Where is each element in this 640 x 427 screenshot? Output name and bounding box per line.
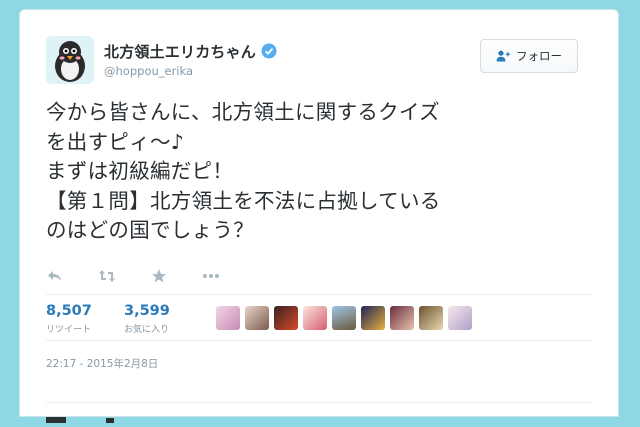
reply-preview-edge	[46, 408, 186, 423]
reply-button[interactable]	[46, 267, 64, 285]
favorite-button[interactable]	[150, 267, 168, 285]
more-button[interactable]	[202, 267, 220, 285]
name-row: 北方領土エリカちゃん	[104, 41, 277, 61]
retweet-stat[interactable]: 8,507 リツイート	[46, 303, 92, 335]
retweet-button[interactable]	[98, 267, 116, 285]
like-label: お気に入り	[124, 325, 170, 335]
replies-divider	[46, 402, 592, 403]
tweet-text: 今から皆さんに、北方領土に関するクイズ を出すピィ〜♪ まずは初級編だピ！ 【第…	[46, 100, 441, 242]
liker-avatar[interactable]	[274, 306, 298, 330]
tweet-timestamp[interactable]: 22:17 - 2015年2月8日	[46, 356, 158, 371]
penguin-avatar-icon	[46, 36, 94, 84]
stats-top-divider	[46, 294, 592, 295]
retweet-count: 8,507	[46, 303, 92, 319]
follow-label: フォロー	[516, 49, 562, 63]
liker-avatars	[216, 306, 477, 330]
follow-button[interactable]: フォロー	[480, 39, 578, 73]
verified-badge-icon	[261, 43, 277, 59]
tweet-card: 北方領土エリカちゃん @hoppou_erika フォロー 今から皆さんに、北方…	[20, 10, 618, 423]
display-name[interactable]: 北方領土エリカちゃん	[104, 41, 256, 62]
reply-preview-stub	[46, 417, 114, 423]
liker-avatar[interactable]	[361, 306, 385, 330]
liker-avatar[interactable]	[448, 306, 472, 330]
user-handle[interactable]: @hoppou_erika	[104, 64, 193, 78]
retweet-label: リツイート	[46, 325, 92, 335]
more-icon	[203, 274, 219, 278]
liker-avatar[interactable]	[216, 306, 240, 330]
liker-avatar[interactable]	[303, 306, 327, 330]
like-stat[interactable]: 3,599 お気に入り	[124, 303, 170, 335]
liker-avatar[interactable]	[332, 306, 356, 330]
stats-bottom-divider	[46, 340, 592, 341]
favorite-icon	[152, 269, 166, 283]
like-count: 3,599	[124, 303, 170, 319]
tweet-actions	[46, 266, 254, 286]
add-user-icon	[496, 50, 510, 62]
reply-icon	[48, 271, 61, 281]
liker-avatar[interactable]	[245, 306, 269, 330]
retweet-icon	[99, 270, 115, 282]
liker-avatar[interactable]	[390, 306, 414, 330]
liker-avatar[interactable]	[419, 306, 443, 330]
user-avatar[interactable]	[46, 36, 94, 84]
